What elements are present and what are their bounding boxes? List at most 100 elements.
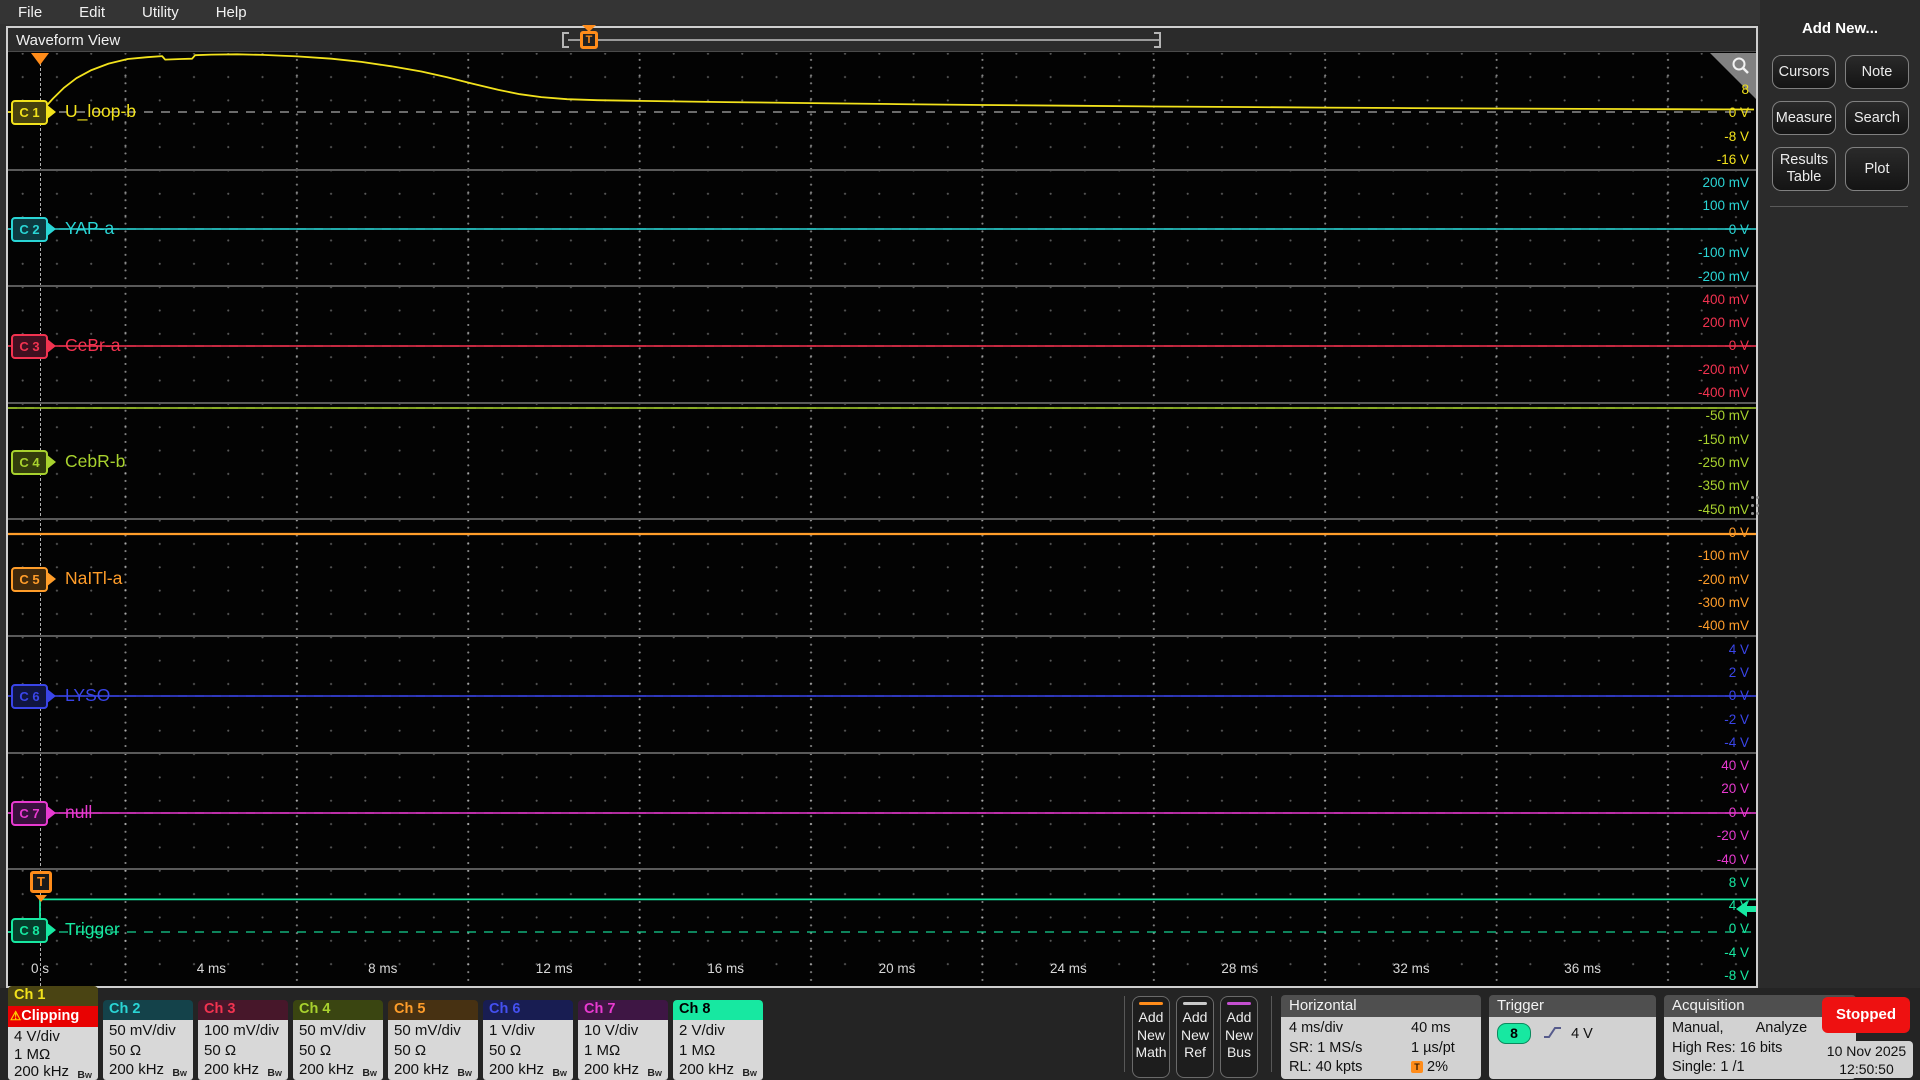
- rising-edge-icon: [1543, 1025, 1563, 1040]
- channel-setting-line: 50 Ω: [299, 1041, 378, 1061]
- time-axis-label: 16 ms: [707, 961, 744, 976]
- scale-label: -50 mV: [1639, 408, 1749, 423]
- menu-utility[interactable]: Utility: [142, 4, 179, 21]
- scale-label: 0 V: [1639, 222, 1749, 237]
- scale-label: -100 mV: [1639, 548, 1749, 563]
- time-axis-label: 4 ms: [197, 961, 226, 976]
- channel-setting-line: 50 Ω: [204, 1041, 283, 1061]
- channel-setting-line: 1 MΩ: [14, 1046, 93, 1064]
- measure-button[interactable]: Measure: [1772, 101, 1836, 135]
- scale-label: -2 V: [1639, 712, 1749, 727]
- results-table-button[interactable]: Results Table: [1772, 147, 1836, 191]
- channel-badge[interactable]: C 6: [11, 684, 48, 709]
- bottom-channel-badge[interactable]: Ch 82 V/div1 MΩ200 kHzBW: [673, 1000, 763, 1080]
- channel-setting-line: 50 Ω: [394, 1041, 473, 1061]
- bottom-channel-badge-body: 10 V/div1 MΩ200 kHzBW: [578, 1020, 668, 1080]
- trigger-top-marker-icon[interactable]: [31, 53, 49, 65]
- scale-label: 0 V: [1639, 805, 1749, 820]
- scale-label: 4 V: [1639, 898, 1749, 913]
- scale-label: 2 V: [1639, 665, 1749, 680]
- bottom-channel-badge[interactable]: Ch 61 V/div50 Ω200 kHzBW: [483, 1000, 573, 1080]
- bottom-channel-badge[interactable]: Ch 3100 mV/div50 Ω200 kHzBW: [198, 1000, 288, 1080]
- channel-setting-line: 200 kHzBW: [14, 1063, 93, 1080]
- scale-label: -200 mV: [1639, 362, 1749, 377]
- channel-badge[interactable]: C 3: [11, 334, 48, 359]
- note-button[interactable]: Note: [1845, 55, 1909, 89]
- bottom-channel-badge-body: 50 mV/div50 Ω200 kHzBW: [293, 1020, 383, 1080]
- pan-bracket-right[interactable]: [1154, 32, 1161, 48]
- channel-badge[interactable]: C 5: [11, 567, 48, 592]
- time-axis-label: 28 ms: [1221, 961, 1258, 976]
- menu-file[interactable]: File: [18, 4, 42, 21]
- channel-badge[interactable]: C 1: [11, 100, 48, 125]
- horizontal-pan-bar[interactable]: [568, 39, 1160, 41]
- scale-label: -20 V: [1639, 828, 1749, 843]
- time-axis-label: 8 ms: [368, 961, 397, 976]
- trace: [8, 899, 1756, 932]
- bottom-channel-badge[interactable]: Ch 1⚠Clipping4 V/div1 MΩ200 kHzBW: [8, 986, 98, 1080]
- cursors-button[interactable]: Cursors: [1772, 55, 1836, 89]
- bottom-channel-badge[interactable]: Ch 710 V/div1 MΩ200 kHzBW: [578, 1000, 668, 1080]
- scale-label: -4 V: [1639, 735, 1749, 750]
- channel-setting-line: 200 kHzBW: [204, 1060, 283, 1080]
- channel-badge[interactable]: C 8: [11, 918, 48, 943]
- band-divider: [8, 518, 1756, 520]
- channel-name-label[interactable]: null: [65, 802, 92, 823]
- channel-badge[interactable]: C 4: [11, 450, 48, 475]
- add-new-title: Add New...: [1760, 20, 1920, 37]
- channel-name-label[interactable]: LYSO: [65, 685, 110, 706]
- horizontal-window: 40 ms: [1411, 1019, 1455, 1039]
- bottom-channel-badge-header: Ch 1: [8, 986, 98, 1006]
- bottom-channel-badge[interactable]: Ch 250 mV/div50 Ω200 kHzBW: [103, 1000, 193, 1080]
- add-new-math-button[interactable]: AddNewMath: [1132, 996, 1170, 1078]
- channel-badge-arrow: [46, 571, 56, 587]
- scale-label: 20 V: [1639, 781, 1749, 796]
- add-new-panel: Add New... Cursors Note Measure Search R…: [1760, 0, 1920, 988]
- bottom-channel-badge[interactable]: Ch 450 mV/div50 Ω200 kHzBW: [293, 1000, 383, 1080]
- channel-name-label[interactable]: Trigger: [65, 919, 120, 940]
- channel-badge[interactable]: C 7: [11, 801, 48, 826]
- scale-label: -200 mV: [1639, 269, 1749, 284]
- graticule[interactable]: T 80 V-8 V-16 VC 1U_loop-b200 mV100 mV0 …: [8, 53, 1756, 986]
- channel-name-label[interactable]: CeBr-a: [65, 335, 120, 356]
- time-axis-label: 24 ms: [1050, 961, 1087, 976]
- bottom-channel-badge-header: Ch 8: [673, 1000, 763, 1020]
- right-panel-separator: [1770, 206, 1908, 207]
- band-divider: [8, 285, 1756, 287]
- magnifier-icon: [1730, 56, 1752, 78]
- add-new-ref-button[interactable]: AddNewRef: [1176, 996, 1214, 1078]
- trigger-level-value: 4 V: [1571, 1026, 1593, 1042]
- menu-edit[interactable]: Edit: [79, 4, 105, 21]
- menu-help[interactable]: Help: [216, 4, 247, 21]
- button-accent-bar: [1183, 1002, 1207, 1005]
- horizontal-panel-title: Horizontal: [1281, 995, 1481, 1017]
- search-button[interactable]: Search: [1845, 101, 1909, 135]
- channel-name-label[interactable]: NaITl-a: [65, 568, 122, 589]
- pan-trigger-position-icon[interactable]: T: [580, 31, 598, 49]
- channel-setting-line: 50 Ω: [489, 1041, 568, 1061]
- bottom-channel-badge-header: Ch 7: [578, 1000, 668, 1020]
- bandwidth-icon: BW: [457, 1064, 472, 1080]
- plot-button[interactable]: Plot: [1845, 147, 1909, 191]
- channel-badge[interactable]: C 2: [11, 217, 48, 242]
- channel-name-label[interactable]: CebR-b: [65, 451, 125, 472]
- bottom-channel-badge-body: 4 V/div1 MΩ200 kHzBW: [8, 1027, 98, 1080]
- channel-name-label[interactable]: YAP-a: [65, 218, 114, 239]
- panel-splitter-handle[interactable]: [1751, 496, 1760, 518]
- run-stop-status[interactable]: Stopped: [1822, 997, 1910, 1033]
- trigger-panel[interactable]: Trigger 8 4 V: [1489, 995, 1656, 1079]
- band-divider: [8, 868, 1756, 870]
- button-accent-bar: [1139, 1002, 1163, 1005]
- trigger-panel-title: Trigger: [1489, 995, 1656, 1017]
- button-accent-bar: [1227, 1002, 1251, 1005]
- pan-bracket-left[interactable]: [562, 32, 569, 48]
- bottom-channel-badge-header: Ch 3: [198, 1000, 288, 1020]
- trigger-source-badge: 8: [1497, 1023, 1531, 1044]
- add-new-bus-button[interactable]: AddNewBus: [1220, 996, 1258, 1078]
- trigger-source-marker-icon[interactable]: T: [30, 871, 52, 893]
- horizontal-panel[interactable]: Horizontal 4 ms/div SR: 1 MS/s RL: 40 kp…: [1281, 995, 1481, 1079]
- channel-name-label[interactable]: U_loop-b: [65, 101, 136, 122]
- bottom-channel-badge[interactable]: Ch 550 mV/div50 Ω200 kHzBW: [388, 1000, 478, 1080]
- channel-setting-line: 200 kHzBW: [109, 1060, 188, 1080]
- warning-icon: ⚠: [10, 1009, 21, 1023]
